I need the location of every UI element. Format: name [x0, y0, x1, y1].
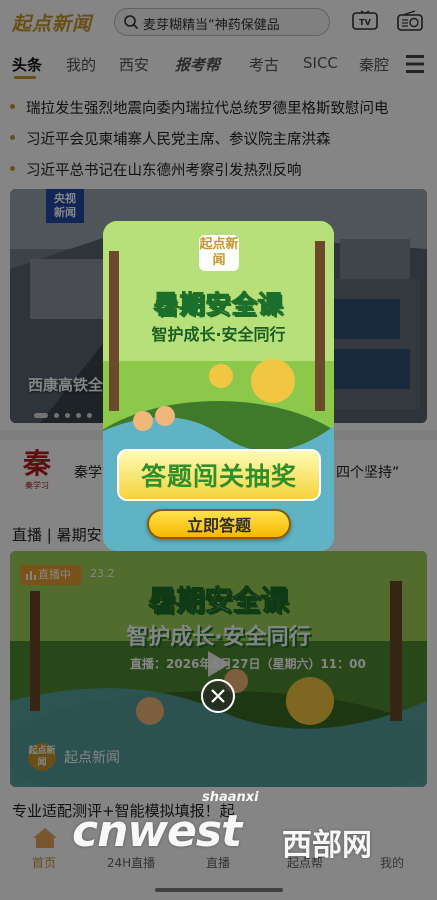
- answer-now-button[interactable]: 立即答题: [147, 509, 291, 539]
- close-popup-button[interactable]: [201, 679, 235, 713]
- popup-title: 暑期安全课: [153, 290, 284, 320]
- popup-quiz-banner: 答题闯关抽奖: [117, 449, 321, 501]
- promo-popup[interactable]: 起点新闻 暑期安全课 智护成长·安全同行 答题闯关抽奖 立即答题: [103, 221, 334, 551]
- app-screen: 起点新闻 麦芽糊精当“神药保健品 TV 头条 我的 西安 报考帮 考古 SICC…: [0, 0, 437, 900]
- popup-subtitle: 智护成长·安全同行: [151, 325, 286, 344]
- close-icon: [211, 689, 225, 703]
- home-indicator[interactable]: [155, 888, 283, 892]
- popup-logo: 起点新闻: [199, 235, 239, 271]
